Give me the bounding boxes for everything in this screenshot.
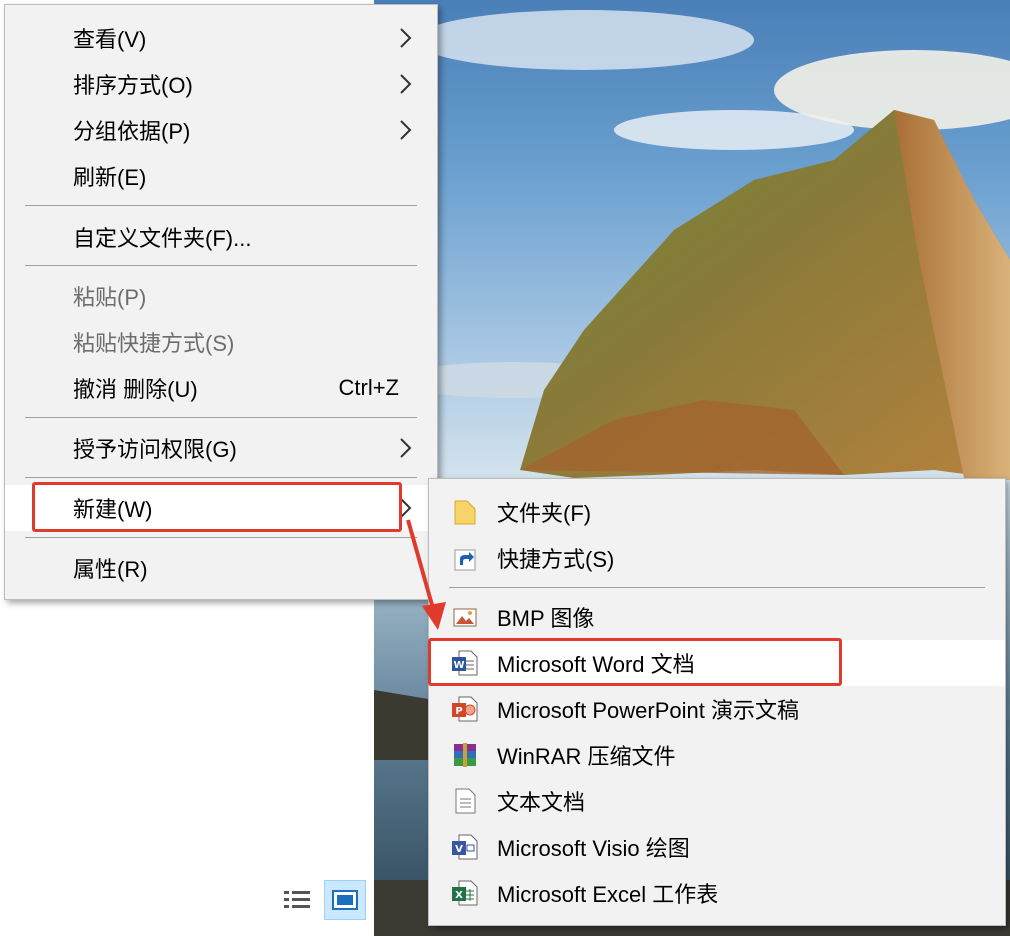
annotation-arrow-icon <box>406 519 446 630</box>
